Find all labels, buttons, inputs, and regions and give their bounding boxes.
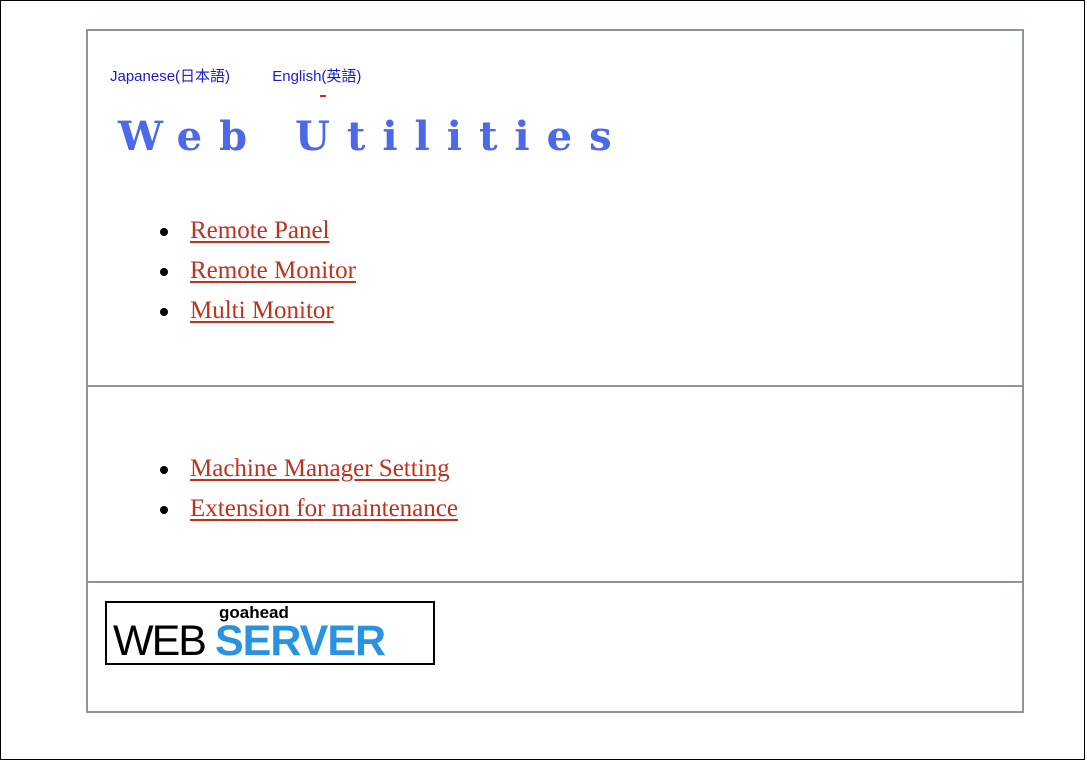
japanese-link[interactable]: Japanese(日本語) (110, 68, 230, 85)
list-item: Multi Monitor (154, 291, 356, 331)
remote-panel-link[interactable]: Remote Panel (190, 217, 330, 244)
bullet-icon (160, 268, 168, 276)
main-panel: Japanese(日本語) English(英語) Web Utilities … (86, 29, 1024, 713)
list-item: Extension for maintenance (154, 489, 458, 529)
machine-manager-setting-link[interactable]: Machine Manager Setting (190, 455, 450, 482)
utilities-list: Remote Panel Remote Monitor Multi Monito… (154, 211, 356, 331)
goahead-webserver-logo[interactable]: goahead WEB SERVER (105, 601, 435, 665)
multi-monitor-link[interactable]: Multi Monitor (190, 297, 334, 324)
page-title: Web Utilities (118, 113, 629, 160)
bullet-icon (160, 506, 168, 514)
extension-maintenance-link[interactable]: Extension for maintenance (190, 495, 458, 522)
remote-monitor-link[interactable]: Remote Monitor (190, 257, 356, 284)
page-frame: Japanese(日本語) English(英語) Web Utilities … (0, 0, 1085, 760)
section-divider (88, 581, 1022, 583)
list-item: Machine Manager Setting (154, 449, 458, 489)
bullet-icon (160, 228, 168, 236)
language-bar: Japanese(日本語) English(英語) (110, 65, 399, 86)
bullet-icon (160, 466, 168, 474)
section-divider (88, 385, 1022, 387)
list-item: Remote Panel (154, 211, 356, 251)
english-link[interactable]: English(英語) (272, 68, 361, 85)
logo-server-text: SERVER (215, 617, 386, 665)
language-marker (320, 95, 326, 97)
logo-web-text: WEB (113, 617, 207, 665)
bullet-icon (160, 308, 168, 316)
list-item: Remote Monitor (154, 251, 356, 291)
settings-list: Machine Manager Setting Extension for ma… (154, 449, 458, 529)
